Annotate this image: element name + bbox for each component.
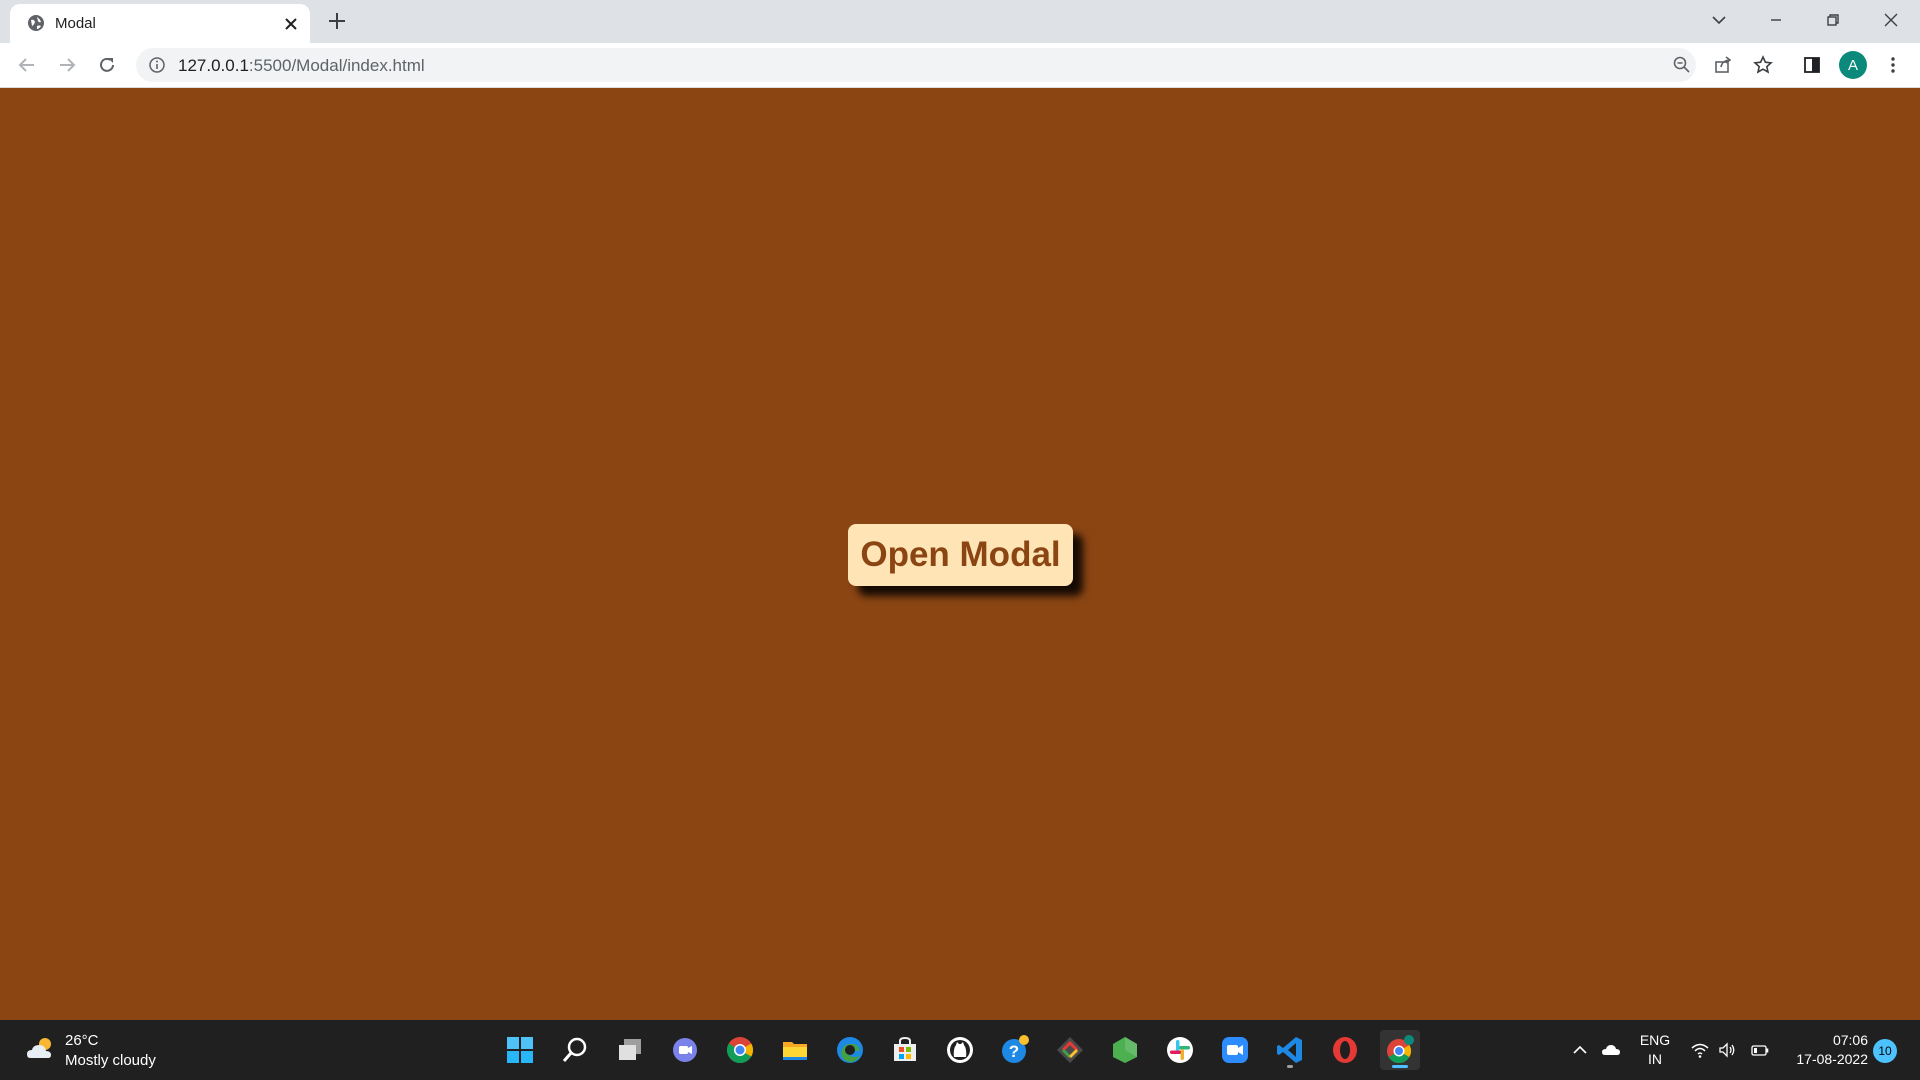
teams-chat-icon bbox=[673, 1038, 697, 1062]
restore-icon[interactable] bbox=[1821, 8, 1845, 32]
address-bar[interactable]: 127.0.0.1:5500/Modal/index.html bbox=[136, 48, 1696, 82]
zoom-camera-icon bbox=[1222, 1037, 1248, 1063]
url-path: :5500/Modal/index.html bbox=[248, 56, 425, 75]
menu-kebab-icon[interactable] bbox=[1882, 54, 1904, 76]
active-indicator bbox=[1392, 1065, 1408, 1068]
clock-date: 17-08-2022 bbox=[1796, 1051, 1868, 1067]
get-help-app[interactable]: ? bbox=[995, 1030, 1035, 1070]
notification-count-badge[interactable]: 10 bbox=[1873, 1039, 1897, 1063]
git-diamond-icon bbox=[1057, 1037, 1083, 1063]
chrome-active-app[interactable] bbox=[1380, 1030, 1420, 1070]
volume-icon[interactable] bbox=[1717, 1040, 1737, 1060]
edge-app[interactable] bbox=[830, 1030, 870, 1070]
help-question-icon: ? bbox=[1002, 1035, 1029, 1063]
input-language-indicator[interactable]: ENG IN bbox=[1638, 1031, 1672, 1069]
task-view-icon bbox=[619, 1039, 641, 1060]
minimize-icon[interactable] bbox=[1764, 8, 1788, 32]
github-desktop-app[interactable] bbox=[940, 1030, 980, 1070]
language-code: ENG bbox=[1639, 1032, 1671, 1048]
github-icon bbox=[947, 1037, 973, 1063]
page-body: Open Modal bbox=[0, 88, 1920, 1020]
globe-icon bbox=[28, 15, 44, 31]
folder-icon bbox=[783, 1042, 807, 1060]
browser-titlebar: Modal bbox=[0, 0, 1920, 43]
task-view-button[interactable] bbox=[610, 1030, 650, 1070]
new-tab-icon[interactable] bbox=[326, 10, 348, 32]
tab-search-icon[interactable] bbox=[1707, 8, 1731, 32]
store-bag-icon bbox=[894, 1036, 916, 1061]
battery-icon[interactable] bbox=[1750, 1040, 1770, 1060]
svg-text:?: ? bbox=[1009, 1042, 1019, 1061]
close-tab-icon[interactable] bbox=[282, 15, 300, 33]
search-icon bbox=[562, 1037, 587, 1062]
open-modal-button[interactable]: Open Modal bbox=[848, 524, 1073, 586]
taskbar-search-button[interactable] bbox=[555, 1030, 595, 1070]
opera-icon bbox=[1333, 1037, 1357, 1063]
wifi-icon[interactable] bbox=[1690, 1040, 1710, 1060]
clock-time: 07:06 bbox=[1832, 1032, 1868, 1048]
close-window-icon[interactable] bbox=[1879, 8, 1903, 32]
browser-toolbar: 127.0.0.1:5500/Modal/index.html A bbox=[0, 43, 1920, 88]
chrome-profile-icon bbox=[1387, 1035, 1414, 1064]
site-info-icon[interactable] bbox=[148, 56, 166, 74]
show-hidden-icons-chevron-icon[interactable] bbox=[1570, 1040, 1590, 1060]
tab-title: Modal bbox=[55, 15, 96, 32]
opera-app[interactable] bbox=[1325, 1030, 1365, 1070]
git-gui-app[interactable] bbox=[1050, 1030, 1090, 1070]
chrome-icon bbox=[726, 1037, 754, 1064]
system-clock[interactable]: 07:06 17-08-2022 bbox=[1786, 1031, 1868, 1069]
onedrive-cloud-icon[interactable] bbox=[1601, 1040, 1621, 1060]
back-icon[interactable] bbox=[15, 53, 39, 77]
reload-icon[interactable] bbox=[95, 53, 119, 77]
profile-avatar[interactable]: A bbox=[1839, 51, 1867, 79]
microsoft-store-app[interactable] bbox=[885, 1030, 925, 1070]
url-host: 127.0.0.1 bbox=[178, 56, 249, 75]
forward-icon[interactable] bbox=[55, 53, 79, 77]
bookmark-star-icon[interactable] bbox=[1752, 54, 1774, 76]
windows-logo-icon bbox=[507, 1037, 533, 1063]
slack-app[interactable] bbox=[1160, 1030, 1200, 1070]
weather-temperature[interactable]: 26°C bbox=[65, 1032, 99, 1049]
start-button[interactable] bbox=[500, 1030, 540, 1070]
teams-chat-app[interactable] bbox=[665, 1030, 705, 1070]
vscode-icon bbox=[1277, 1037, 1302, 1063]
zoom-icon[interactable] bbox=[1672, 55, 1692, 75]
zoom-app[interactable] bbox=[1215, 1030, 1255, 1070]
region-code: IN bbox=[1648, 1051, 1662, 1067]
slack-icon bbox=[1167, 1037, 1193, 1063]
file-explorer-app[interactable] bbox=[775, 1030, 815, 1070]
node-js-app[interactable] bbox=[1105, 1030, 1145, 1070]
running-indicator bbox=[1287, 1065, 1293, 1068]
weather-cloud-sun-icon[interactable] bbox=[24, 1032, 58, 1066]
node-hexagon-icon bbox=[1113, 1037, 1137, 1063]
url-text[interactable]: 127.0.0.1:5500/Modal/index.html bbox=[178, 56, 425, 76]
windows-taskbar: 26°C Mostly cloudy ? ENG IN 07:06 17-08-… bbox=[0, 1020, 1920, 1080]
weather-description[interactable]: Mostly cloudy bbox=[65, 1052, 156, 1069]
vs-code-app[interactable] bbox=[1270, 1030, 1310, 1070]
share-icon[interactable] bbox=[1712, 54, 1734, 76]
chrome-app[interactable] bbox=[720, 1030, 760, 1070]
side-panel-icon[interactable] bbox=[1801, 54, 1823, 76]
edge-icon bbox=[837, 1037, 863, 1063]
tab-modal[interactable]: Modal bbox=[10, 4, 310, 43]
